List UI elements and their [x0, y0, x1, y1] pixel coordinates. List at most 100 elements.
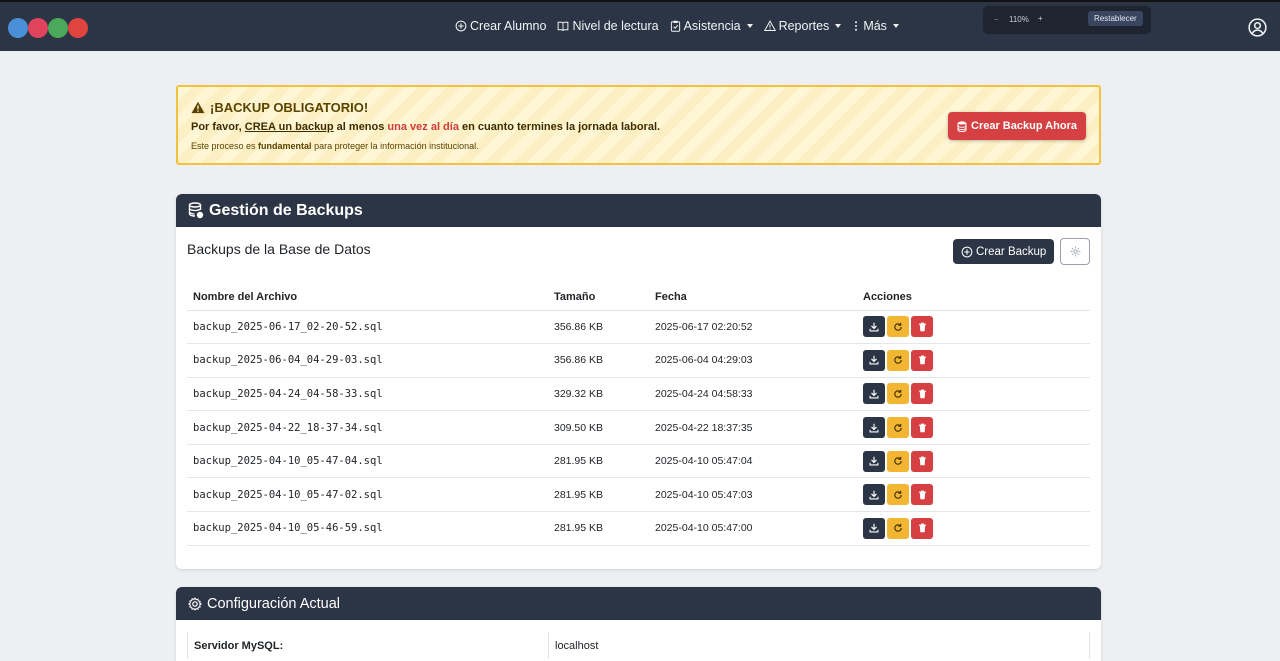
more-vertical-icon: [855, 21, 858, 31]
user-account-icon[interactable]: [1248, 18, 1267, 42]
nav-label: Reportes: [778, 19, 830, 33]
table-row: backup_2025-06-04_04-29-03.sql 356.86 KB 2…: [187, 343, 1090, 378]
settings-icon: [1070, 246, 1080, 257]
alert-emphasis: una vez al día: [387, 121, 459, 133]
backup-date: 2025-04-24 04:58:33: [649, 377, 857, 412]
top-navbar: Crear Alumno Nivel de lectura Asistencia…: [0, 0, 1280, 51]
restore-icon: [893, 490, 903, 500]
restore-button[interactable]: [887, 349, 909, 371]
card-title: Gestión de Backups: [209, 201, 363, 219]
create-backup-link[interactable]: CREA un backup: [245, 121, 334, 133]
backups-table: Nombre del Archivo Tamaño Fecha Acciones…: [187, 284, 1090, 546]
zoom-in-button[interactable]: +: [1038, 14, 1043, 23]
trash-icon: [918, 423, 927, 433]
download-button[interactable]: [863, 316, 885, 338]
nav-nivel-lectura[interactable]: Nivel de lectura: [557, 19, 659, 33]
download-button[interactable]: [863, 383, 885, 405]
nav-mas[interactable]: Más: [852, 19, 899, 33]
table-row: backup_2025-04-22_18-37-34.sql 309.50 KB 2…: [187, 410, 1090, 445]
main-nav: Crear Alumno Nivel de lectura Asistencia…: [455, 19, 910, 33]
database-icon: [957, 120, 967, 132]
nav-crear-alumno[interactable]: Crear Alumno: [455, 19, 546, 33]
download-button[interactable]: [863, 349, 885, 371]
backup-actions: [857, 477, 1090, 513]
backup-size: 329.32 KB: [548, 377, 649, 412]
restore-button[interactable]: [887, 383, 909, 405]
column-header-size: Tamaño: [548, 284, 649, 311]
plus-circle-icon: [961, 246, 973, 257]
alert-note: Este proceso es fundamental para protege…: [191, 141, 479, 151]
chevron-down-icon: [892, 24, 899, 28]
nav-label: Crear Alumno: [470, 19, 547, 33]
download-icon: [869, 456, 879, 466]
alert-message-text: al menos: [333, 121, 388, 133]
restore-button[interactable]: [887, 417, 909, 439]
nav-label: Nivel de lectura: [572, 19, 659, 33]
trash-icon: [918, 389, 927, 399]
alert-message-text: en cuanto termines la jornada laboral.: [458, 121, 661, 133]
backup-size: 281.95 KB: [548, 444, 649, 479]
table-row: backup_2025-04-10_05-47-02.sql 281.95 KB 2…: [187, 477, 1090, 513]
backup-date: 2025-04-10 05:47:04: [649, 444, 857, 479]
backup-actions: [857, 444, 1090, 479]
backup-filename: backup_2025-04-10_05-46-59.sql: [187, 511, 548, 546]
gear-icon: [188, 596, 202, 611]
create-backup-button[interactable]: Crear Backup: [953, 239, 1055, 264]
alert-message-text: Por favor,: [191, 121, 245, 133]
app-logo[interactable]: [8, 18, 88, 38]
restore-icon: [893, 456, 903, 466]
delete-button[interactable]: [911, 417, 933, 439]
backup-filename: backup_2025-04-24_04-58-33.sql: [187, 377, 548, 412]
restore-icon: [893, 523, 903, 533]
download-icon: [869, 490, 879, 500]
delete-button[interactable]: [911, 383, 933, 405]
backup-date: 2025-04-10 05:47:03: [649, 477, 857, 513]
restore-button[interactable]: [887, 316, 909, 338]
download-button[interactable]: [863, 450, 885, 472]
restore-icon: [893, 423, 903, 433]
backup-size: 309.50 KB: [548, 410, 649, 445]
table-header-row: Nombre del Archivo Tamaño Fecha Acciones: [187, 284, 1090, 311]
restore-button[interactable]: [887, 484, 909, 506]
delete-button[interactable]: [911, 349, 933, 371]
backup-filename: backup_2025-06-04_04-29-03.sql: [187, 343, 548, 378]
backup-filename: backup_2025-04-22_18-37-34.sql: [187, 410, 548, 445]
download-button[interactable]: [863, 484, 885, 506]
download-icon: [869, 389, 879, 399]
zoom-reset-button[interactable]: Restablecer: [1088, 11, 1143, 26]
backup-date: 2025-06-04 04:29:03: [649, 343, 857, 378]
delete-button[interactable]: [911, 484, 933, 506]
trash-icon: [918, 456, 927, 466]
nav-label: Más: [863, 19, 887, 33]
download-icon: [869, 322, 879, 332]
table-row: backup_2025-04-10_05-46-59.sql 281.95 KB 2…: [187, 511, 1090, 546]
restore-button[interactable]: [887, 450, 909, 472]
download-icon: [869, 355, 879, 365]
download-button[interactable]: [863, 417, 885, 439]
warning-icon: [763, 20, 776, 31]
logo-dot-blue: [8, 18, 28, 38]
zoom-out-button[interactable]: −: [994, 15, 999, 24]
backup-date: 2025-04-10 05:47:00: [649, 511, 857, 546]
database-icon: [188, 202, 204, 219]
restore-icon: [893, 322, 903, 332]
delete-button[interactable]: [911, 517, 933, 539]
book-icon: [558, 21, 569, 32]
logo-dot-orange: [68, 18, 88, 38]
restore-button[interactable]: [887, 517, 909, 539]
nav-reportes[interactable]: Reportes: [763, 19, 842, 33]
backup-actions: [857, 343, 1090, 378]
alert-note-text: para proteger la información institucion…: [311, 141, 479, 151]
nav-label: Asistencia: [683, 19, 741, 33]
create-backup-now-button[interactable]: Crear Backup Ahora: [948, 112, 1086, 140]
backup-settings-button[interactable]: [1060, 238, 1090, 265]
delete-button[interactable]: [911, 450, 933, 472]
card-title: Configuración Actual: [207, 595, 340, 612]
nav-asistencia[interactable]: Asistencia: [670, 19, 753, 33]
config-card: Configuración Actual Servidor MySQL: loc…: [176, 587, 1101, 661]
backup-filename: backup_2025-04-10_05-47-02.sql: [187, 477, 548, 513]
download-button[interactable]: [863, 517, 885, 539]
delete-button[interactable]: [911, 316, 933, 338]
restore-icon: [893, 389, 903, 399]
chevron-down-icon: [835, 24, 842, 28]
